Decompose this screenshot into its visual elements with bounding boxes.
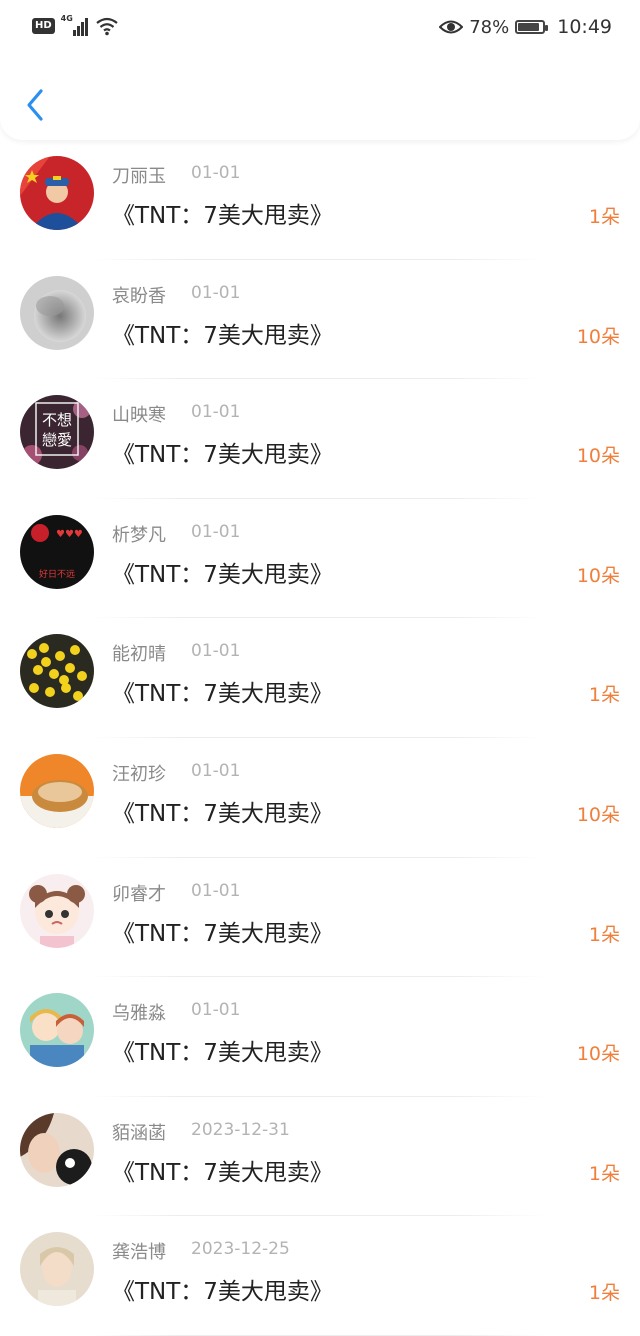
list-item[interactable]: ♥♥♥ 好日不远 析梦凡 01-01 《TNT：7美大甩卖》 10朵 [0, 499, 640, 619]
gift-amount: 10朵 [576, 1043, 620, 1066]
signal-icon: 4G [60, 14, 89, 36]
list-item[interactable]: 哀盼香 01-01 《TNT：7美大甩卖》 10朵 [0, 260, 640, 380]
status-bar-right: 78% 10:49 [439, 16, 612, 38]
battery-icon [515, 20, 549, 34]
list-item[interactable]: 龚浩博 2023-12-25 《TNT：7美大甩卖》 1朵 [0, 1216, 640, 1336]
book-title: 《TNT：7美大甩卖》 [112, 322, 333, 349]
status-bar-left: HD 4G [32, 14, 119, 36]
svg-text:♥♥♥: ♥♥♥ [56, 529, 83, 540]
book-title: 《TNT：7美大甩卖》 [112, 800, 333, 827]
gift-amount: 10朵 [576, 803, 620, 826]
avatar-text-image: 不想 戀愛 [20, 395, 94, 470]
svg-text:不想: 不想 [42, 411, 72, 429]
list-item[interactable]: 卯睿才 01-01 《TNT：7美大甩卖》 1朵 [0, 858, 640, 978]
record-date: 01-01 [191, 1000, 241, 1021]
list-item[interactable]: 貊涵菡 2023-12-31 《TNT：7美大甩卖》 1朵 [0, 1097, 640, 1217]
record-date: 01-01 [191, 282, 241, 303]
gift-amount: 1朵 [588, 684, 620, 707]
book-title: 《TNT：7美大甩卖》 [112, 681, 333, 708]
gift-amount: 10朵 [576, 445, 620, 468]
gift-amount: 1朵 [588, 1162, 620, 1185]
user-name: 山映寒 [112, 405, 166, 427]
avatar-soldier [20, 156, 94, 230]
record-date: 01-01 [191, 641, 241, 662]
list-item[interactable]: 能初晴 01-01 《TNT：7美大甩卖》 1朵 [0, 618, 640, 738]
avatar-grey-blur [20, 275, 94, 350]
user-name: 汪初珍 [112, 763, 166, 785]
gift-amount: 1朵 [588, 1282, 620, 1305]
list-item[interactable]: 刀丽玉 01-01 《TNT：7美大甩卖》 1朵 [0, 140, 640, 260]
eye-icon [439, 20, 464, 34]
gift-amount: 1朵 [588, 923, 620, 946]
gift-amount: 1朵 [588, 206, 620, 228]
record-date: 01-01 [191, 760, 241, 781]
user-name: 乌雅淼 [112, 1003, 166, 1025]
user-name: 能初晴 [112, 644, 166, 666]
book-title: 《TNT：7美大甩卖》 [112, 561, 333, 588]
network-type: 4G [60, 14, 73, 23]
list-item[interactable]: 汪初珍 01-01 《TNT：7美大甩卖》 10朵 [0, 738, 640, 858]
svg-text:戀愛: 戀愛 [42, 431, 72, 449]
book-title: 《TNT：7美大甩卖》 [112, 1279, 333, 1306]
clock: 10:49 [557, 16, 612, 38]
battery-percent: 78% [469, 16, 510, 38]
user-name: 卯睿才 [112, 883, 166, 905]
avatar-bread [20, 753, 94, 828]
user-name: 龚浩博 [112, 1242, 166, 1264]
back-arrow-icon[interactable] [22, 86, 50, 124]
record-date: 01-01 [191, 521, 241, 542]
avatar-yellow-flowers [20, 634, 94, 709]
record-date: 01-01 [191, 402, 241, 423]
book-title: 《TNT：7美大甩卖》 [112, 1040, 333, 1067]
record-date: 2023-12-31 [191, 1119, 290, 1140]
avatar-girl-portrait [20, 1232, 94, 1307]
book-title: 《TNT：7美大甩卖》 [112, 920, 333, 947]
book-title: 《TNT：7美大甩卖》 [112, 1159, 333, 1186]
gift-amount: 10朵 [576, 325, 620, 348]
hd-badge: HD [32, 18, 55, 34]
user-name: 析梦凡 [112, 524, 166, 546]
avatar-cartoon-girl [20, 873, 94, 948]
gift-amount: 10朵 [576, 564, 620, 587]
svg-text:好日不远: 好日不远 [39, 568, 75, 580]
status-bar: HD 4G 78% 10:49 [0, 0, 640, 58]
top-bar: HD 4G 78% 10:49 [0, 0, 640, 140]
avatar-dark-heart: ♥♥♥ 好日不远 [20, 514, 94, 589]
wifi-icon [95, 17, 118, 36]
user-name: 哀盼香 [112, 285, 166, 307]
record-date: 01-01 [191, 163, 241, 183]
avatar-anime-pair [20, 993, 94, 1068]
user-name: 刀丽玉 [112, 166, 166, 187]
record-date: 2023-12-25 [191, 1239, 290, 1260]
avatar-girl-cat [20, 1112, 94, 1187]
list-item[interactable]: 乌雅淼 01-01 《TNT：7美大甩卖》 10朵 [0, 977, 640, 1097]
user-name: 貊涵菡 [112, 1122, 166, 1144]
list-item[interactable]: 不想戀愛 山映寒 01-01 《TNT：7美大甩卖》 10朵 [0, 379, 640, 499]
gift-record-list: 刀丽玉 01-01 《TNT：7美大甩卖》 1朵 哀盼香 01-01 《TNT：… [0, 140, 640, 1336]
book-title: 《TNT：7美大甩卖》 [112, 442, 333, 469]
record-date: 01-01 [191, 880, 241, 901]
book-title: 《TNT：7美大甩卖》 [112, 203, 333, 229]
